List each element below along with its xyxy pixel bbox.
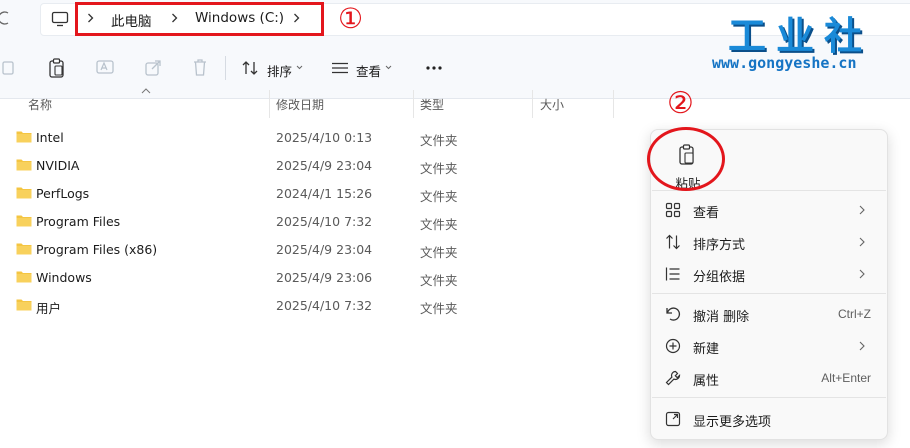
folder-icon: [16, 159, 32, 171]
annotation-marker-2: ②: [667, 86, 694, 121]
group-icon: [665, 267, 680, 281]
annotation-marker-1: ①: [338, 2, 364, 35]
file-type: 文件夹: [420, 217, 458, 232]
chevron-down-icon[interactable]: [296, 65, 303, 70]
menu-item-label: 分组依据: [693, 270, 746, 285]
undo-icon: [666, 307, 681, 321]
annotation-box: [75, 2, 324, 36]
file-row[interactable]: NVIDIA 2025/4/9 23:04 文件夹: [14, 153, 634, 179]
menu-item-new[interactable]: 新建: [655, 332, 883, 360]
menu-item-label: 新建: [693, 342, 720, 357]
view-icon[interactable]: [331, 62, 349, 74]
file-row[interactable]: 用户 2025/4/10 7:32 文件夹: [14, 293, 634, 319]
watermark-url: www.gongyeshe.cn: [712, 54, 857, 72]
file-type: 文件夹: [420, 161, 458, 176]
more-options-icon: [665, 411, 681, 427]
sort-button[interactable]: 排序: [267, 61, 292, 80]
file-date: 2025/4/9 23:04: [276, 158, 373, 173]
file-name: Windows: [36, 270, 92, 285]
file-date: 2024/4/1 15:26: [276, 186, 373, 201]
file-name: 用户: [36, 301, 62, 316]
menu-item-label: 撤消 删除: [693, 310, 750, 325]
refresh-icon[interactable]: [0, 10, 12, 26]
file-date: 2025/4/9 23:04: [276, 242, 373, 257]
folder-icon: [16, 243, 32, 255]
menu-item-label: 排序方式: [693, 238, 746, 253]
menu-item-label: 查看: [693, 206, 720, 221]
chevron-right-icon: [859, 269, 865, 279]
menu-item-label: 显示更多选项: [693, 415, 772, 430]
computer-icon[interactable]: [51, 11, 69, 27]
folder-icon: [16, 131, 32, 143]
file-name: Intel: [36, 130, 64, 145]
folder-icon: [16, 299, 32, 311]
file-date: 2025/4/10 0:13: [276, 130, 373, 145]
file-name: NVIDIA: [36, 158, 80, 173]
more-icon[interactable]: [425, 65, 443, 71]
watermark-logo: 工业社: [727, 13, 872, 58]
menu-item-properties[interactable]: 属性 Alt+Enter: [655, 364, 883, 392]
menu-divider: [652, 293, 886, 294]
file-row[interactable]: Windows 2025/4/9 23:06 文件夹: [14, 265, 634, 291]
paste-icon[interactable]: [48, 58, 65, 78]
new-icon: [665, 338, 681, 354]
file-type: 文件夹: [420, 189, 458, 204]
menu-item-view[interactable]: 查看: [655, 196, 883, 224]
wrench-icon: [665, 370, 681, 386]
file-date: 2025/4/10 7:32: [276, 214, 373, 229]
file-row[interactable]: Program Files (x86) 2025/4/9 23:04 文件夹: [14, 237, 634, 263]
file-date: 2025/4/9 23:06: [276, 270, 373, 285]
folder-icon: [16, 271, 32, 283]
column-header-type[interactable]: 类型: [420, 96, 444, 113]
menu-item-shortcut: Alt+Enter: [821, 371, 871, 385]
menu-item-undo-delete[interactable]: 撤消 删除 Ctrl+Z: [655, 300, 883, 328]
file-type: 文件夹: [420, 301, 458, 316]
menu-divider: [652, 397, 886, 398]
chevron-right-icon: [859, 237, 865, 247]
file-row[interactable]: Program Files 2025/4/10 7:32 文件夹: [14, 209, 634, 235]
chevron-right-icon: [859, 205, 865, 215]
menu-item-shortcut: Ctrl+Z: [838, 307, 871, 321]
copy-icon[interactable]: [0, 58, 16, 76]
sort-ascending-icon: [141, 88, 151, 94]
folder-icon: [16, 187, 32, 199]
grid-icon: [665, 202, 681, 218]
toolbar-divider: [225, 56, 226, 80]
file-date: 2025/4/10 7:32: [276, 298, 373, 313]
column-divider[interactable]: [613, 90, 614, 118]
column-divider[interactable]: [532, 90, 533, 118]
menu-item-sort-by[interactable]: 排序方式: [655, 228, 883, 256]
folder-icon: [16, 215, 32, 227]
file-name: Program Files: [36, 214, 121, 229]
column-header-date[interactable]: 修改日期: [276, 96, 324, 113]
file-type: 文件夹: [420, 133, 458, 148]
rename-icon[interactable]: [96, 58, 114, 76]
menu-item-group-by[interactable]: 分组依据: [655, 260, 883, 288]
file-row[interactable]: Intel 2025/4/10 0:13 文件夹: [14, 125, 634, 151]
column-divider[interactable]: [269, 90, 270, 118]
sort-icon: [666, 234, 680, 250]
annotation-circle: [647, 127, 725, 191]
sort-icon[interactable]: [241, 60, 259, 76]
menu-item-show-more-options[interactable]: 显示更多选项: [655, 405, 883, 433]
share-icon[interactable]: [145, 58, 162, 76]
file-name: PerfLogs: [36, 186, 90, 201]
file-type: 文件夹: [420, 273, 458, 288]
chevron-down-icon[interactable]: [385, 65, 392, 70]
view-button[interactable]: 查看: [356, 61, 381, 80]
chevron-right-icon: [859, 341, 865, 351]
file-row[interactable]: PerfLogs 2024/4/1 15:26 文件夹: [14, 181, 634, 207]
menu-item-label: 属性: [693, 374, 720, 389]
file-name: Program Files (x86): [36, 242, 158, 257]
delete-icon[interactable]: [192, 58, 208, 76]
column-header-size[interactable]: 大小: [540, 96, 564, 113]
column-header-name[interactable]: 名称: [28, 96, 52, 113]
column-divider[interactable]: [413, 90, 414, 118]
file-type: 文件夹: [420, 245, 458, 260]
